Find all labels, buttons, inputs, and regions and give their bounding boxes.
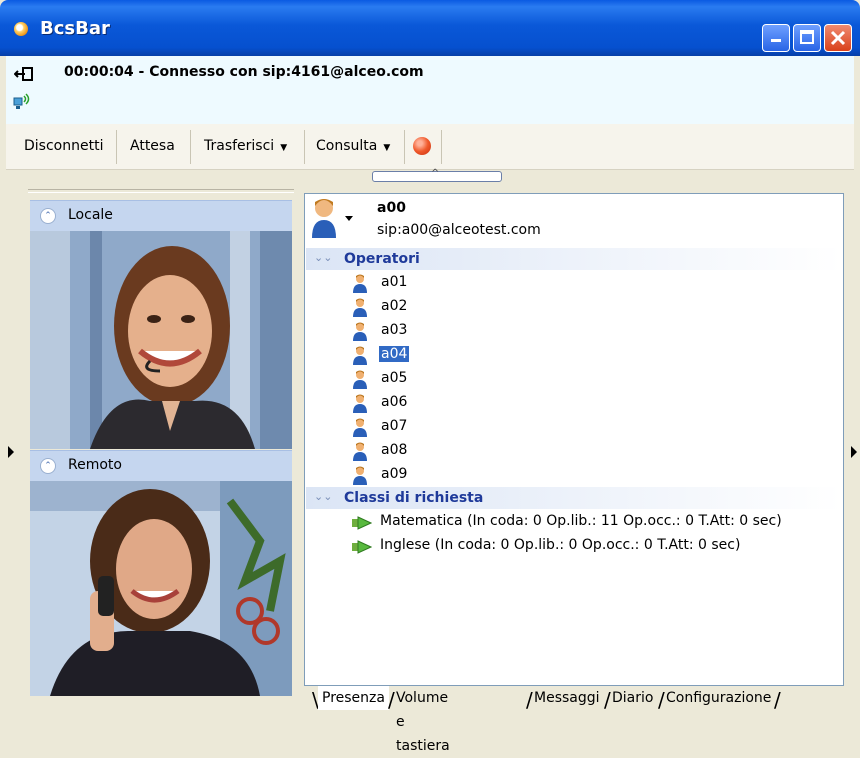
expand-left-arrow-icon[interactable] <box>8 446 14 458</box>
operator-label: a08 <box>381 442 408 458</box>
chevron-down-icon: ▼ <box>383 143 391 153</box>
maximize-icon <box>800 30 814 44</box>
hold-button[interactable]: Attesa <box>124 128 181 164</box>
tab-divider: / <box>774 688 781 712</box>
transfer-button[interactable]: Trasferisci ▼ <box>198 128 293 164</box>
toolbar-divider <box>190 130 191 164</box>
collapse-icon: ⌃ <box>40 208 56 224</box>
close-icon <box>830 30 846 46</box>
consult-label: Consulta <box>316 138 378 154</box>
app-window: BcsBar 00:00:04 - Connesso con sip:4161@… <box>0 0 860 754</box>
user-icon <box>353 346 367 365</box>
local-video-label: Locale <box>68 207 113 223</box>
operator-label: a05 <box>381 370 408 386</box>
user-icon <box>353 322 367 341</box>
user-icon <box>353 274 367 293</box>
network-signal-icon <box>13 93 30 109</box>
toolbar-divider <box>404 130 405 164</box>
user-icon <box>353 442 367 461</box>
panel-divider <box>28 189 294 193</box>
local-video-frame <box>30 231 292 449</box>
transfer-label: Trasferisci <box>204 138 275 154</box>
local-video-image <box>30 231 292 449</box>
chevron-up-icon: ^ <box>431 168 440 179</box>
toolbar-divider <box>116 130 117 164</box>
minimize-button[interactable] <box>762 24 790 52</box>
connection-status-text: 00:00:04 - Connesso con sip:4161@alceo.c… <box>64 64 424 80</box>
consult-button[interactable]: Consulta ▼ <box>310 128 396 164</box>
tab-configurazione[interactable]: Configurazione <box>662 686 775 710</box>
expand-right-arrow-icon[interactable] <box>851 446 857 458</box>
operator-label: a01 <box>381 274 408 290</box>
record-button[interactable] <box>413 137 431 155</box>
user-menu-chevron-icon[interactable] <box>345 216 353 221</box>
window-title: BcsBar <box>40 18 110 39</box>
tab-volume-e-tastiera[interactable]: Volume e tastiera <box>392 686 454 754</box>
operator-label: a03 <box>381 322 408 338</box>
disconnect-button[interactable]: Disconnetti <box>18 128 109 164</box>
request-class-label: Inglese (In coda: 0 Op.lib.: 0 Op.occ.: … <box>380 537 741 553</box>
user-icon <box>353 466 367 485</box>
operator-label: a06 <box>381 394 408 410</box>
user-icon <box>353 394 367 413</box>
local-video-header[interactable]: ⌃ Locale <box>30 200 292 231</box>
tab-messaggi[interactable]: Messaggi <box>530 686 604 710</box>
toolbar-divider <box>304 130 305 164</box>
user-icon <box>353 370 367 389</box>
operators-group-header[interactable]: ⌄⌄ Operatori <box>306 248 842 270</box>
request-classes-header-label: Classi di richiesta <box>344 490 484 506</box>
maximize-button[interactable] <box>793 24 821 52</box>
user-icon <box>353 418 367 437</box>
collapse-toolbar-handle[interactable]: ^ <box>372 168 502 182</box>
connection-icon <box>14 67 33 81</box>
user-icon <box>353 298 367 317</box>
minimize-icon <box>771 39 781 42</box>
user-sip-address: sip:a00@alceotest.com <box>377 222 541 238</box>
operator-label: a09 <box>381 466 408 482</box>
collapse-icon: ⌃ <box>40 458 56 474</box>
remote-video-label: Remoto <box>68 457 122 473</box>
tab-presenza[interactable]: Presenza <box>318 686 389 710</box>
user-avatar-icon[interactable] <box>310 196 338 240</box>
request-classes-group-header[interactable]: ⌄⌄ Classi di richiesta <box>306 487 842 509</box>
remote-video-frame <box>30 481 292 696</box>
chevron-down-icon: ▼ <box>280 143 288 153</box>
operator-label: a07 <box>381 418 408 434</box>
remote-video-header[interactable]: ⌃ Remoto <box>30 450 292 481</box>
close-button[interactable] <box>824 24 852 52</box>
queue-arrow-icon <box>352 540 372 554</box>
operator-label: a04 <box>379 346 410 362</box>
title-bar[interactable]: BcsBar <box>0 0 860 56</box>
operator-label: a02 <box>381 298 408 314</box>
queue-arrow-icon <box>352 516 372 530</box>
operators-header-label: Operatori <box>344 251 420 267</box>
request-class-label: Matematica (In coda: 0 Op.lib.: 11 Op.oc… <box>380 513 782 529</box>
remote-video-image <box>30 481 292 696</box>
tab-diario[interactable]: Diario <box>608 686 657 710</box>
collapse-icon: ⌄⌄ <box>314 490 333 503</box>
collapse-icon: ⌄⌄ <box>314 251 333 264</box>
app-icon <box>14 22 28 36</box>
user-name: a00 <box>377 200 406 216</box>
toolbar-divider <box>441 130 442 164</box>
